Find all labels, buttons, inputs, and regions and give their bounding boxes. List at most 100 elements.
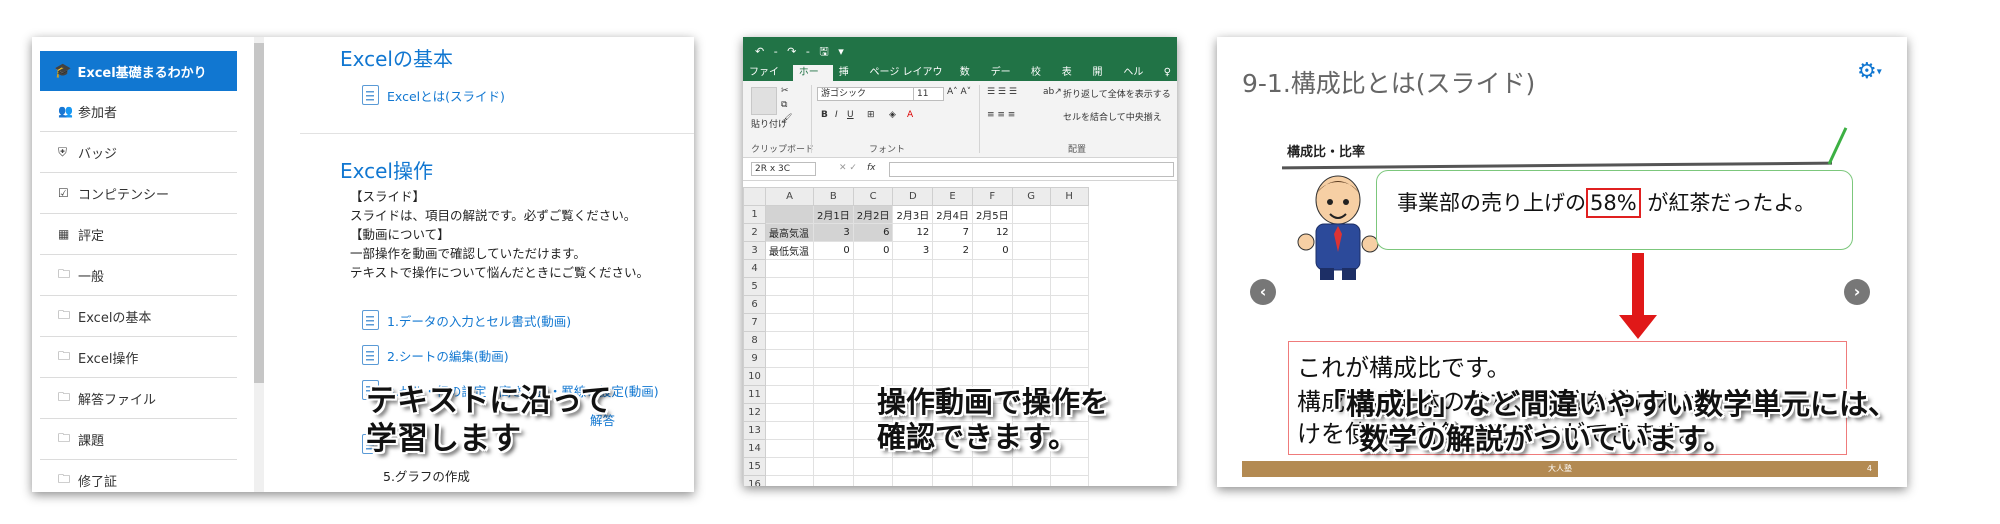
cell[interactable] (971, 277, 1013, 296)
cell[interactable] (813, 475, 854, 486)
format-painter-icon[interactable]: 🖌 (781, 114, 792, 124)
name-box[interactable]: 2R x 3C (751, 162, 816, 176)
cell[interactable]: 2月2日 (852, 205, 894, 224)
cell[interactable] (765, 475, 814, 486)
cell[interactable] (1049, 205, 1089, 224)
row-header[interactable]: 11 (743, 385, 766, 404)
cell[interactable] (932, 349, 973, 368)
quick-access-toolbar[interactable]: ↶ - ↷ - 🖫 ▾ (755, 43, 847, 62)
column-header[interactable]: F (971, 187, 1013, 206)
cell[interactable] (971, 313, 1013, 332)
ribbon-tab[interactable]: 校閲 (1025, 65, 1056, 94)
cell[interactable]: 2月5日 (971, 205, 1013, 224)
cell[interactable] (813, 313, 854, 332)
sidebar-course-title[interactable]: 🎓 Excel基礎まるわかり (40, 51, 237, 91)
cell[interactable] (1011, 241, 1051, 260)
cell[interactable]: 2 (932, 241, 973, 260)
cell[interactable] (765, 457, 814, 476)
sidebar-item[interactable]: 🗀 Excel操作 (40, 337, 237, 378)
cell[interactable] (852, 475, 894, 486)
ribbon-tab[interactable]: 数式 (954, 65, 985, 94)
cell[interactable] (813, 421, 854, 440)
cell[interactable] (971, 295, 1013, 314)
cell[interactable] (932, 331, 973, 350)
settings-menu[interactable]: ⚙▾ (1857, 59, 1882, 84)
cell[interactable] (971, 475, 1013, 486)
cell[interactable]: 2月4日 (932, 205, 973, 224)
align-top-icon[interactable]: ☰ ☰ ☰ (987, 87, 1017, 97)
function-icon[interactable]: fx (867, 163, 876, 173)
cell[interactable]: 3 (813, 223, 854, 242)
cell[interactable] (932, 313, 973, 332)
cell[interactable] (1049, 241, 1089, 260)
border-icon[interactable]: ⊞ (867, 110, 875, 120)
cell[interactable] (852, 331, 894, 350)
column-header[interactable]: B (813, 187, 854, 206)
font-color-icon[interactable]: A (907, 110, 913, 120)
ribbon-tab[interactable]: 開発 (1087, 65, 1118, 94)
cell[interactable] (765, 331, 814, 350)
cell[interactable]: 0 (813, 241, 854, 260)
cell[interactable]: 2月1日 (813, 205, 854, 224)
ribbon-tab[interactable]: ホーム (792, 65, 833, 94)
cell[interactable] (813, 331, 854, 350)
cell[interactable] (892, 457, 934, 476)
row-header[interactable]: 1 (743, 205, 766, 224)
row-header[interactable]: 10 (743, 367, 766, 386)
fill-color-icon[interactable]: ◈ (889, 110, 896, 120)
cell[interactable]: 6 (852, 223, 894, 242)
cell[interactable] (1049, 259, 1089, 278)
cell[interactable] (892, 277, 934, 296)
font-size-select[interactable]: 11 (913, 87, 944, 101)
cell[interactable] (765, 295, 814, 314)
column-header[interactable]: C (852, 187, 894, 206)
previous-slide-button[interactable]: ‹ (1250, 279, 1276, 305)
cell[interactable] (1011, 277, 1051, 296)
cell[interactable]: 2月3日 (892, 205, 934, 224)
row-header[interactable]: 12 (743, 403, 766, 422)
italic-button[interactable]: I (835, 110, 838, 120)
formula-input[interactable] (889, 162, 1174, 177)
underline-button[interactable]: U (847, 110, 854, 120)
cell[interactable] (1011, 205, 1051, 224)
cell[interactable] (813, 385, 854, 404)
cell[interactable] (892, 313, 934, 332)
activity-link-excel-intro[interactable]: Excelとは(スライド) (362, 85, 505, 105)
cell[interactable] (765, 313, 814, 332)
cell[interactable] (932, 475, 973, 486)
cell[interactable] (932, 277, 973, 296)
row-header[interactable]: 6 (743, 295, 766, 314)
ribbon-tab[interactable]: ♀ (1158, 65, 1177, 81)
font-grow-icon[interactable]: A˄ A˅ (947, 87, 971, 97)
wrap-text-button[interactable]: 折り返して全体を表示する (1063, 87, 1171, 100)
row-header[interactable]: 14 (743, 439, 766, 458)
cell[interactable] (813, 277, 854, 296)
cell[interactable] (1011, 259, 1051, 278)
activity-link-data-input[interactable]: 1.データの入力とセル書式(動画) (362, 310, 571, 330)
sidebar-item[interactable]: 👥 参加者 (40, 91, 237, 132)
orientation-icon[interactable]: ab↗ (1043, 87, 1062, 97)
row-header[interactable]: 8 (743, 331, 766, 350)
cell[interactable] (852, 349, 894, 368)
cell[interactable] (1011, 457, 1051, 476)
cell[interactable] (971, 457, 1013, 476)
cell[interactable] (1049, 349, 1089, 368)
cell[interactable] (892, 475, 934, 486)
cell[interactable] (1049, 331, 1089, 350)
cell[interactable] (765, 403, 814, 422)
cell[interactable] (852, 457, 894, 476)
cell[interactable] (765, 349, 814, 368)
cell[interactable] (852, 259, 894, 278)
cell[interactable] (1011, 223, 1051, 242)
cell[interactable] (813, 439, 854, 458)
cell[interactable] (765, 205, 814, 224)
cell[interactable] (1049, 277, 1089, 296)
cell[interactable] (765, 367, 814, 386)
cell[interactable] (1011, 313, 1051, 332)
column-header[interactable]: H (1049, 187, 1089, 206)
cell[interactable]: 7 (932, 223, 973, 242)
column-header[interactable]: D (892, 187, 934, 206)
sidebar-scrollbar[interactable] (254, 37, 264, 492)
ribbon-tab[interactable]: 挿入 (833, 65, 864, 94)
copy-icon[interactable]: ⧉ (781, 100, 787, 110)
